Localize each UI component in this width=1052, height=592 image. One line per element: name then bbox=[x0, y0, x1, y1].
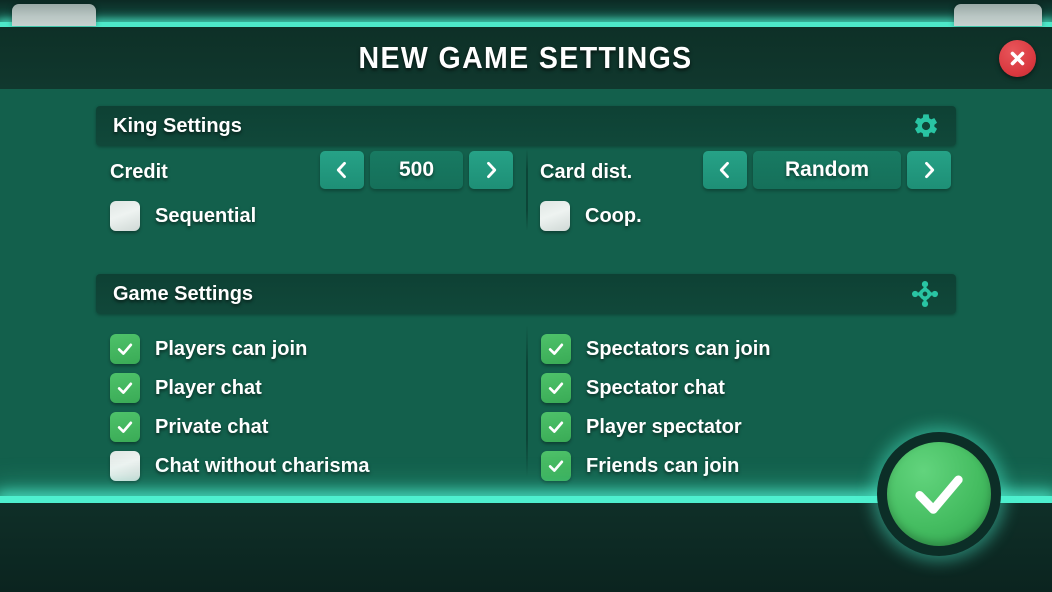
checkbox-label: Friends can join bbox=[586, 454, 740, 477]
checkbox-coop[interactable]: Coop. bbox=[540, 201, 642, 231]
checkmark-icon bbox=[887, 442, 991, 546]
checkbox-label: Chat without charisma bbox=[155, 454, 370, 477]
checkbox-box[interactable] bbox=[110, 201, 140, 231]
checkbox-label: Players can join bbox=[155, 337, 308, 360]
checkbox-box[interactable] bbox=[110, 334, 140, 364]
checkbox-spectators-can-join[interactable]: Spectators can join bbox=[541, 334, 771, 364]
checkbox-box[interactable] bbox=[110, 451, 140, 481]
credit-stepper: 500 bbox=[320, 151, 513, 189]
card-dist-prev-button[interactable] bbox=[703, 151, 747, 189]
king-settings-header: King Settings bbox=[96, 106, 956, 146]
page-title: NEW GAME SETTINGS bbox=[358, 40, 694, 75]
checkbox-friends-can-join[interactable]: Friends can join bbox=[541, 451, 739, 481]
game-settings-screen: NEW GAME SETTINGS King Settings Credit 5… bbox=[0, 0, 1052, 592]
settings-panel: King Settings Credit 500 Card dist. Rand… bbox=[0, 89, 1052, 496]
credit-label: Credit bbox=[110, 161, 168, 183]
top-tab-right[interactable] bbox=[954, 4, 1042, 26]
card-dist-row: Card dist. bbox=[540, 161, 632, 184]
credit-row: Credit bbox=[110, 161, 168, 184]
checkbox-box[interactable] bbox=[541, 451, 571, 481]
gear-icon[interactable] bbox=[912, 112, 940, 140]
cog-sprocket-icon[interactable] bbox=[910, 279, 940, 309]
checkbox-box[interactable] bbox=[540, 201, 570, 231]
king-section-divider bbox=[526, 149, 528, 231]
checkbox-box[interactable] bbox=[110, 412, 140, 442]
checkbox-chat-without-charisma[interactable]: Chat without charisma bbox=[110, 451, 369, 481]
checkbox-label: Sequential bbox=[155, 204, 257, 227]
checkbox-label: Private chat bbox=[155, 415, 269, 438]
card-dist-value[interactable]: Random bbox=[753, 151, 901, 189]
checkbox-players-can-join[interactable]: Players can join bbox=[110, 334, 307, 364]
game-section-divider bbox=[526, 325, 528, 477]
game-settings-title: Game Settings bbox=[113, 282, 254, 305]
confirm-button[interactable] bbox=[877, 432, 1001, 556]
checkbox-label: Spectators can join bbox=[586, 337, 771, 360]
checkbox-box[interactable] bbox=[541, 373, 571, 403]
top-tab-left[interactable] bbox=[12, 4, 96, 26]
checkbox-label: Spectator chat bbox=[586, 376, 725, 399]
checkbox-private-chat[interactable]: Private chat bbox=[110, 412, 268, 442]
checkbox-box[interactable] bbox=[110, 373, 140, 403]
checkbox-player-spectator[interactable]: Player spectator bbox=[541, 412, 742, 442]
card-dist-stepper: Random bbox=[703, 151, 951, 189]
title-bar: NEW GAME SETTINGS bbox=[0, 27, 1052, 89]
checkbox-box[interactable] bbox=[541, 334, 571, 364]
checkbox-box[interactable] bbox=[541, 412, 571, 442]
close-icon[interactable] bbox=[999, 40, 1036, 77]
checkbox-label: Player spectator bbox=[586, 415, 742, 438]
game-settings-header: Game Settings bbox=[96, 274, 956, 314]
card-dist-next-button[interactable] bbox=[907, 151, 951, 189]
credit-next-button[interactable] bbox=[469, 151, 513, 189]
checkbox-label: Coop. bbox=[585, 204, 642, 227]
checkbox-spectator-chat[interactable]: Spectator chat bbox=[541, 373, 725, 403]
checkbox-player-chat[interactable]: Player chat bbox=[110, 373, 262, 403]
credit-value[interactable]: 500 bbox=[370, 151, 463, 189]
card-dist-label: Card dist. bbox=[540, 161, 633, 183]
king-settings-title: King Settings bbox=[113, 114, 242, 137]
checkbox-sequential[interactable]: Sequential bbox=[110, 201, 256, 231]
credit-prev-button[interactable] bbox=[320, 151, 364, 189]
checkbox-label: Player chat bbox=[155, 376, 262, 399]
